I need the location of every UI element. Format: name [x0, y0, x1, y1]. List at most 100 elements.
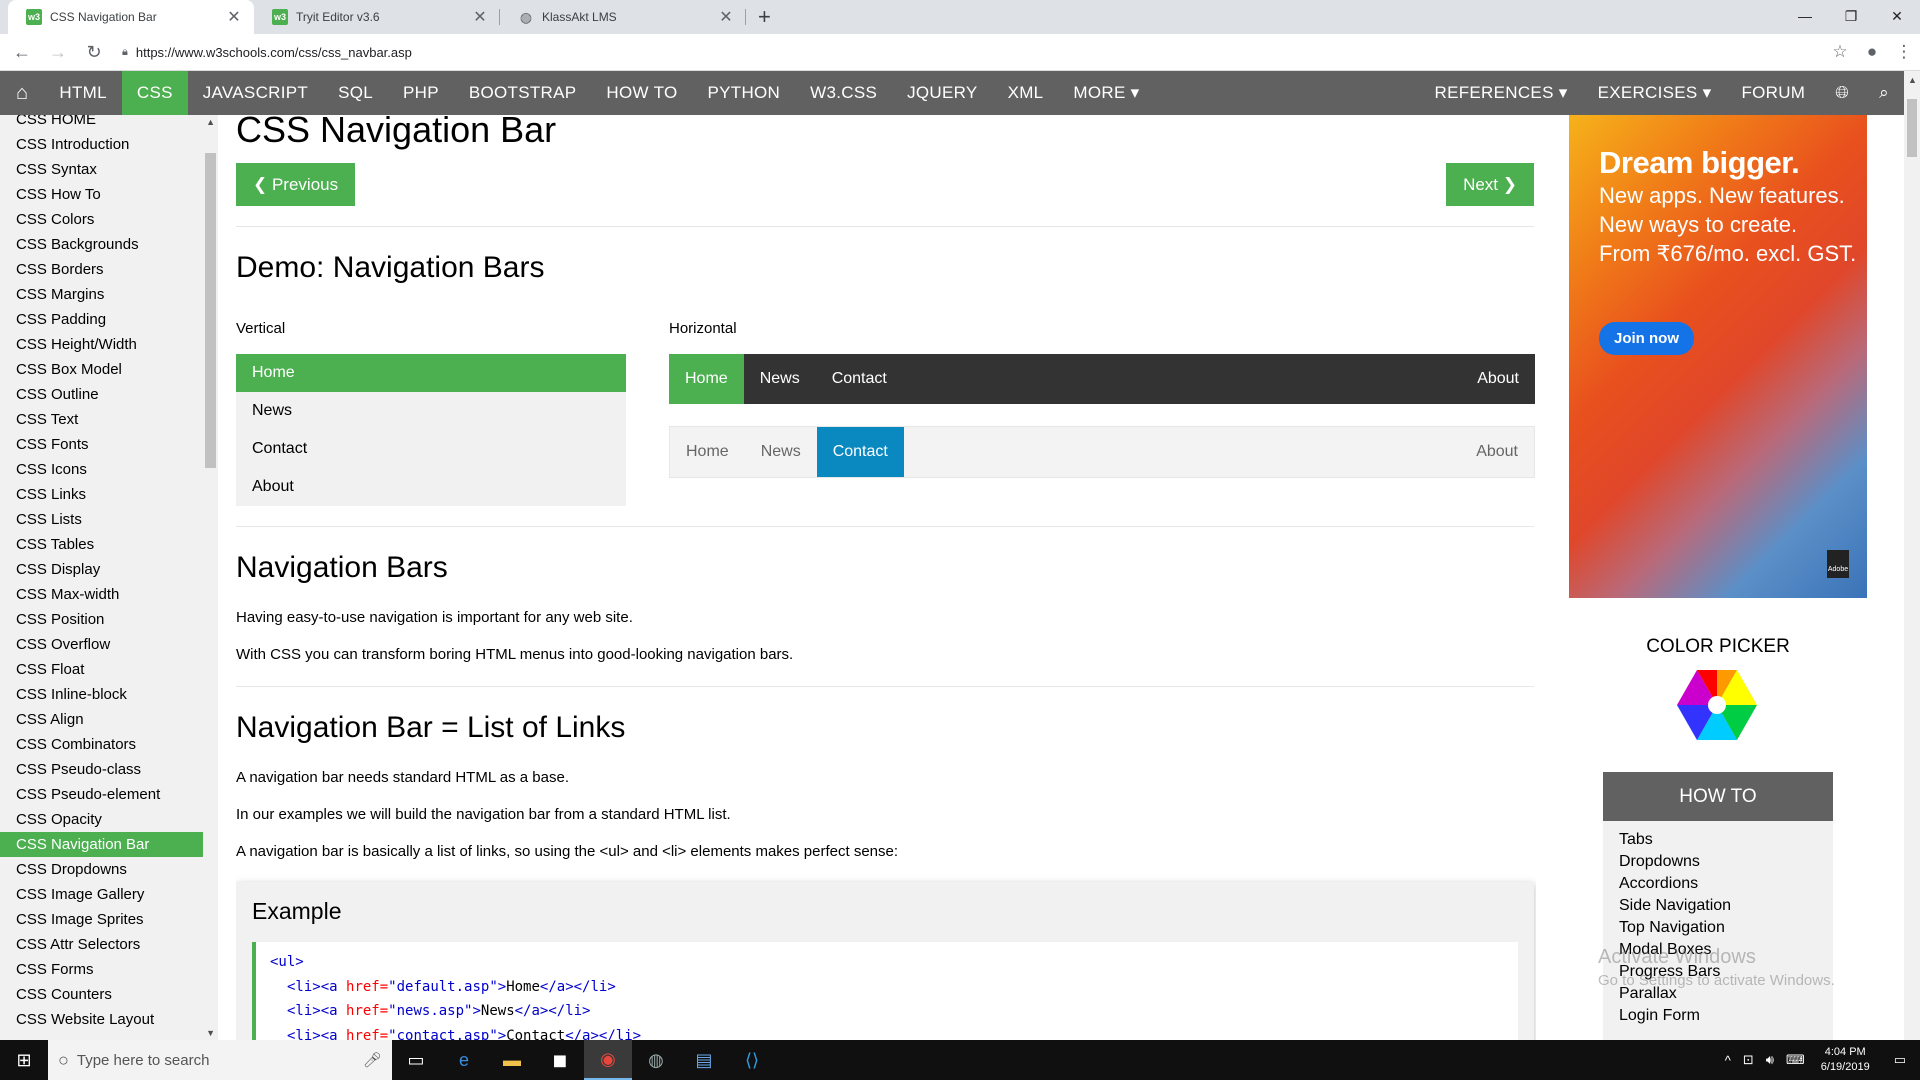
- sidebar-item-css-links[interactable]: CSS Links: [0, 482, 203, 507]
- language-icon[interactable]: ⌨: [1780, 1052, 1811, 1068]
- menu-dots-icon[interactable]: ⋮: [1888, 42, 1920, 62]
- topnav-item-bootstrap[interactable]: BOOTSTRAP: [454, 71, 592, 115]
- ad-join-button[interactable]: Join now: [1599, 322, 1694, 355]
- sidebar-item-css-text[interactable]: CSS Text: [0, 407, 203, 432]
- sidebar-item-css-outline[interactable]: CSS Outline: [0, 382, 203, 407]
- page-scrollbar[interactable]: ▲: [1904, 71, 1920, 1040]
- sidebar-item-css-fonts[interactable]: CSS Fonts: [0, 432, 203, 457]
- windows-start-icon[interactable]: ⊞: [0, 1050, 48, 1071]
- sidebar-item-css-attr-selectors[interactable]: CSS Attr Selectors: [0, 932, 203, 957]
- scroll-up-icon[interactable]: ▲: [206, 117, 215, 127]
- sidebar-item-css-display[interactable]: CSS Display: [0, 557, 203, 582]
- sidebar-item-css-max-width[interactable]: CSS Max-width: [0, 582, 203, 607]
- howto-link-top-navigation[interactable]: Top Navigation: [1619, 917, 1833, 939]
- vertical-nav-item-news[interactable]: News: [236, 392, 626, 430]
- horizontal-nav-item-home[interactable]: Home: [670, 427, 745, 477]
- sidebar-item-css-introduction[interactable]: CSS Introduction: [0, 132, 203, 157]
- topnav-item-php[interactable]: PHP: [388, 71, 454, 115]
- vertical-nav-item-home[interactable]: Home: [236, 354, 626, 392]
- close-tab-icon[interactable]: ✕: [226, 7, 242, 27]
- browser-tab[interactable]: w3 Tryit Editor v3.6 ✕: [254, 0, 500, 34]
- sidebar-item-css-image-sprites[interactable]: CSS Image Sprites: [0, 907, 203, 932]
- sidebar-item-css-home[interactable]: CSS HOME: [0, 115, 203, 132]
- previous-button[interactable]: ❮ Previous: [236, 163, 356, 206]
- topnav-item-forum[interactable]: FORUM: [1726, 71, 1820, 115]
- page-scroll-thumb[interactable]: [1907, 99, 1917, 157]
- clock[interactable]: 4:04 PM 6/19/2019: [1811, 1045, 1880, 1075]
- horizontal-nav-item-home[interactable]: Home: [669, 354, 744, 404]
- howto-link-side-navigation[interactable]: Side Navigation: [1619, 895, 1833, 917]
- close-tab-icon[interactable]: ✕: [718, 7, 734, 27]
- globe-icon[interactable]: 🌐︎: [1820, 71, 1864, 115]
- browser-tab[interactable]: w3 CSS Navigation Bar ✕: [8, 0, 254, 34]
- sidebar-item-css-borders[interactable]: CSS Borders: [0, 257, 203, 282]
- forward-arrow-icon[interactable]: →: [44, 38, 72, 66]
- sidebar-item-css-inline-block[interactable]: CSS Inline-block: [0, 682, 203, 707]
- horizontal-nav-item-news[interactable]: News: [744, 354, 816, 404]
- sidebar-item-css-pseudo-class[interactable]: CSS Pseudo-class: [0, 757, 203, 782]
- topnav-item-how-to[interactable]: HOW TO: [591, 71, 692, 115]
- topnav-item-xml[interactable]: XML: [993, 71, 1059, 115]
- microphone-icon[interactable]: 🎤︎: [363, 1051, 382, 1069]
- scroll-down-icon[interactable]: ▼: [206, 1028, 215, 1038]
- sidebar-item-css-how-to[interactable]: CSS How To: [0, 182, 203, 207]
- sidebar-item-css-float[interactable]: CSS Float: [0, 657, 203, 682]
- sidebar-item-css-dropdowns[interactable]: CSS Dropdowns: [0, 857, 203, 882]
- howto-link-login-form[interactable]: Login Form: [1619, 1005, 1833, 1027]
- sidebar-item-css-combinators[interactable]: CSS Combinators: [0, 732, 203, 757]
- sidebar-item-css-height-width[interactable]: CSS Height/Width: [0, 332, 203, 357]
- color-picker-hexagon-icon[interactable]: [1677, 670, 1757, 740]
- maximize-icon[interactable]: ❐: [1828, 0, 1874, 32]
- sidebar-item-css-padding[interactable]: CSS Padding: [0, 307, 203, 332]
- howto-link-tabs[interactable]: Tabs: [1619, 829, 1833, 851]
- tray-chevron-icon[interactable]: ^: [1719, 1053, 1737, 1068]
- sidebar-item-css-website-layout[interactable]: CSS Website Layout: [0, 1007, 203, 1032]
- howto-link-accordions[interactable]: Accordions: [1619, 873, 1833, 895]
- sidebar-item-css-backgrounds[interactable]: CSS Backgrounds: [0, 232, 203, 257]
- sidebar-item-css-align[interactable]: CSS Align: [0, 707, 203, 732]
- sidebar-item-css-forms[interactable]: CSS Forms: [0, 957, 203, 982]
- sidebar-item-css-navigation-bar[interactable]: CSS Navigation Bar: [0, 832, 203, 857]
- scroll-up-icon[interactable]: ▲: [1908, 75, 1917, 85]
- sidebar-item-css-lists[interactable]: CSS Lists: [0, 507, 203, 532]
- app-icon[interactable]: ◍: [632, 1040, 680, 1080]
- home-icon[interactable]: ⌂: [0, 71, 44, 115]
- topnav-item-html[interactable]: HTML: [44, 71, 121, 115]
- sidebar-item-css-tables[interactable]: CSS Tables: [0, 532, 203, 557]
- sidebar-item-css-overflow[interactable]: CSS Overflow: [0, 632, 203, 657]
- task-view-icon[interactable]: ▭: [392, 1040, 440, 1080]
- taskbar-search-box[interactable]: ○ Type here to search 🎤︎: [48, 1040, 392, 1080]
- next-button[interactable]: Next ❯: [1446, 163, 1534, 206]
- chrome-icon[interactable]: ◉: [584, 1040, 632, 1080]
- sidebar-item-css-image-gallery[interactable]: CSS Image Gallery: [0, 882, 203, 907]
- horizontal-nav-item-about[interactable]: About: [1461, 354, 1535, 404]
- topnav-item-sql[interactable]: SQL: [323, 71, 388, 115]
- horizontal-nav-item-news[interactable]: News: [745, 427, 817, 477]
- bookmark-star-icon[interactable]: ☆: [1824, 42, 1856, 62]
- topnav-item-jquery[interactable]: JQUERY: [892, 71, 992, 115]
- close-window-icon[interactable]: ✕: [1874, 0, 1920, 32]
- network-icon[interactable]: ⊡: [1737, 1052, 1760, 1068]
- topnav-item-references[interactable]: REFERENCES ▾: [1420, 71, 1583, 115]
- address-bar[interactable]: 🔒︎ https://www.w3schools.com/css/css_nav…: [116, 38, 1816, 66]
- volume-icon[interactable]: 🔊︎: [1760, 1052, 1780, 1068]
- topnav-item-more[interactable]: MORE ▾: [1058, 71, 1154, 115]
- vertical-nav-item-contact[interactable]: Contact: [236, 430, 626, 468]
- store-icon[interactable]: ◼: [536, 1040, 584, 1080]
- topnav-item-exercises[interactable]: EXERCISES ▾: [1583, 71, 1727, 115]
- sidebar-item-css-colors[interactable]: CSS Colors: [0, 207, 203, 232]
- new-tab-button[interactable]: +: [746, 0, 783, 34]
- howto-link-dropdowns[interactable]: Dropdowns: [1619, 851, 1833, 873]
- vertical-nav-item-about[interactable]: About: [236, 468, 626, 506]
- document-icon[interactable]: ▤: [680, 1040, 728, 1080]
- browser-tab[interactable]: ◍ KlassAkt LMS ✕: [500, 0, 746, 34]
- adobe-advertisement[interactable]: Dream bigger. New apps. New features. New…: [1569, 115, 1867, 598]
- topnav-item-w3-css[interactable]: W3.CSS: [795, 71, 892, 115]
- sidebar-item-css-opacity[interactable]: CSS Opacity: [0, 807, 203, 832]
- horizontal-nav-item-contact[interactable]: Contact: [816, 354, 903, 404]
- file-explorer-icon[interactable]: ▬: [488, 1040, 536, 1080]
- reload-icon[interactable]: ↻: [80, 38, 108, 66]
- horizontal-nav-item-about[interactable]: About: [1460, 427, 1534, 477]
- sidebar-scrollbar[interactable]: ▲ ▼: [203, 115, 218, 1040]
- sidebar-item-css-icons[interactable]: CSS Icons: [0, 457, 203, 482]
